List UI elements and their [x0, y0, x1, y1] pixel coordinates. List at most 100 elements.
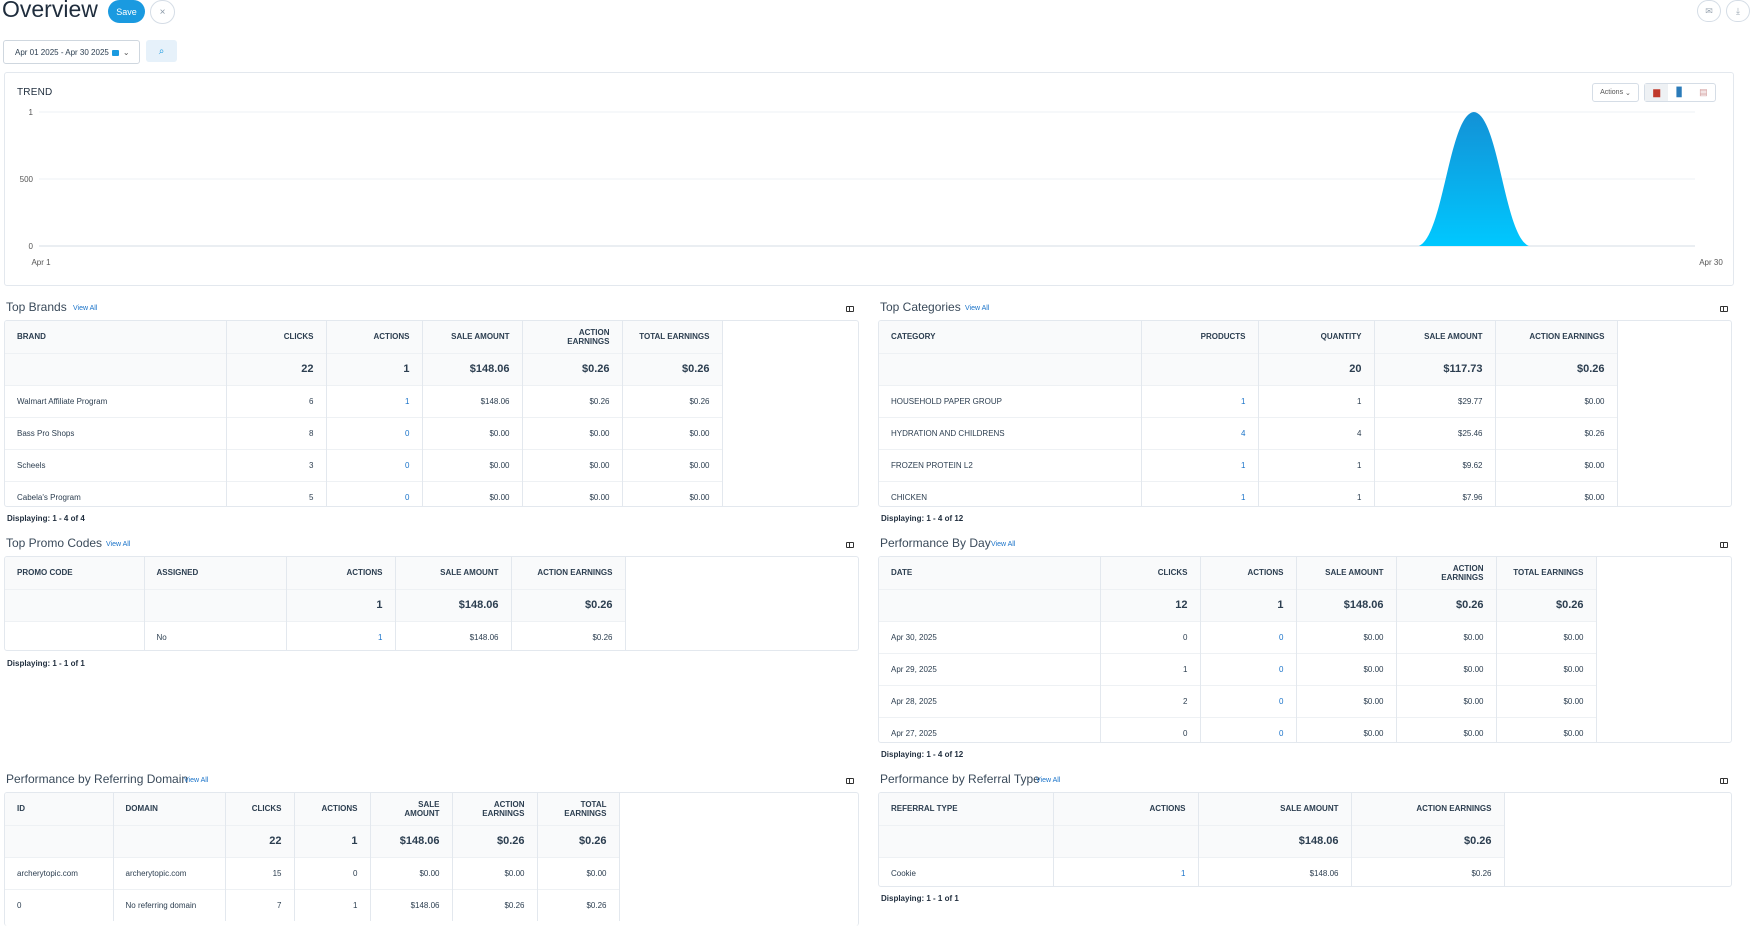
column-header[interactable]: SALE AMOUNT: [1296, 557, 1397, 589]
column-header[interactable]: ACTION EARNINGS: [1396, 557, 1497, 589]
column-header[interactable]: ASSIGNED: [144, 557, 287, 589]
search-button[interactable]: ⌕: [146, 40, 177, 62]
column-header[interactable]: SALE AMOUNT: [1374, 321, 1496, 353]
column-header[interactable]: REFERRAL TYPE: [879, 793, 1054, 825]
totals-row: 12 1 $148.06 $0.26 $0.26: [879, 588, 1597, 621]
trend-chart: 1 500 0 Apr 1 Apr 30: [20, 108, 1724, 267]
top-categories-view-all-link[interactable]: View All: [965, 305, 989, 312]
table-cell: $0.00: [622, 480, 723, 506]
cell-link[interactable]: 0: [1200, 620, 1297, 653]
column-header[interactable]: ACTIONS: [1200, 557, 1297, 589]
cell-link[interactable]: 4: [1141, 416, 1259, 449]
perf-day-view-all-link[interactable]: View All: [991, 541, 1015, 548]
column-header[interactable]: QUANTITY: [1258, 321, 1375, 353]
column-header[interactable]: ACTION EARNINGS: [1495, 321, 1618, 353]
mail-icon[interactable]: ✉: [1697, 0, 1721, 22]
total-cell: $0.26: [1496, 588, 1597, 621]
table-cell: HOUSEHOLD PAPER GROUP: [879, 384, 1142, 417]
table-cell: 8: [226, 416, 327, 449]
table-cell: $0.00: [622, 416, 723, 449]
table-toggle-icon[interactable]: [846, 778, 854, 784]
table-cell: $148.06: [1198, 856, 1352, 886]
total-cell: $0.26: [522, 352, 623, 385]
table-cell: 5: [226, 480, 327, 506]
table-toggle-icon[interactable]: [1720, 306, 1728, 312]
table-toggle-icon[interactable]: [846, 306, 854, 312]
column-header[interactable]: ACTION EARNINGS: [522, 321, 623, 353]
top-promo-view-all-link[interactable]: View All: [106, 541, 130, 548]
table-row: Walmart Affiliate Program 6 1 $148.06 $0.26 $…: [5, 384, 723, 417]
column-header[interactable]: CLICKS: [226, 321, 327, 353]
save-button[interactable]: Save: [108, 0, 145, 23]
column-header[interactable]: ACTION EARNINGS: [511, 557, 626, 589]
column-header[interactable]: SALE AMOUNT: [422, 321, 523, 353]
table-toggle-icon[interactable]: [1720, 542, 1728, 548]
top-brands-view-all-link[interactable]: View All: [73, 305, 97, 312]
column-header[interactable]: ACTIONS: [294, 793, 371, 825]
cell-link[interactable]: 0: [326, 416, 423, 449]
column-header[interactable]: SALE AMOUNT: [1198, 793, 1352, 825]
column-header[interactable]: SALE AMOUNT: [395, 557, 512, 589]
column-header[interactable]: ACTION EARNINGS: [452, 793, 538, 825]
table-cell: 1: [1258, 448, 1375, 481]
total-cell: 1: [1200, 588, 1297, 621]
table-cell: 2: [1100, 684, 1201, 717]
column-header[interactable]: CATEGORY: [879, 321, 1142, 353]
date-range-picker[interactable]: Apr 01 2025 - Apr 30 2025 ⌄: [3, 40, 140, 64]
cell-link[interactable]: 1: [1141, 384, 1259, 417]
column-header[interactable]: TOTAL EARNINGS: [537, 793, 620, 825]
table-row: Apr 30, 2025 0 0 $0.00 $0.00 $0.00: [879, 620, 1597, 653]
total-cell: [5, 588, 145, 621]
column-header[interactable]: ACTIONS: [286, 557, 396, 589]
table-cell: $0.00: [1296, 716, 1397, 742]
table-cell: 0: [1100, 716, 1201, 742]
table-row: HOUSEHOLD PAPER GROUP 1 1 $29.77 $0.00: [879, 384, 1618, 417]
table-cell: 0: [294, 856, 371, 889]
table-cell: $0.26: [1495, 416, 1618, 449]
table-cell: [5, 620, 145, 650]
table-row: Cabela's Program 5 0 $0.00 $0.00 $0.00: [5, 480, 723, 506]
table-cell: $0.00: [522, 480, 623, 506]
column-header[interactable]: ACTIONS: [1053, 793, 1199, 825]
perf-ref-title: Performance by Referral Type: [880, 772, 1040, 786]
cell-link[interactable]: 1: [286, 620, 396, 650]
cell-link[interactable]: 0: [1200, 652, 1297, 685]
column-header[interactable]: DOMAIN: [113, 793, 226, 825]
column-header[interactable]: BRAND: [5, 321, 227, 353]
column-header[interactable]: CLICKS: [225, 793, 295, 825]
close-button[interactable]: ×: [150, 0, 175, 24]
table-toggle-icon[interactable]: [1720, 778, 1728, 784]
table-row: Cookie 1 $148.06 $0.26: [879, 856, 1505, 886]
column-header[interactable]: PRODUCTS: [1141, 321, 1259, 353]
column-header[interactable]: TOTAL EARNINGS: [1496, 557, 1597, 589]
column-header[interactable]: PROMO CODE: [5, 557, 145, 589]
column-header[interactable]: TOTAL EARNINGS: [622, 321, 723, 353]
table-row: Apr 29, 2025 1 0 $0.00 $0.00 $0.00: [879, 652, 1597, 685]
total-cell: 1: [286, 588, 396, 621]
cell-link[interactable]: 1: [326, 384, 423, 417]
perf-domain-view-all-link[interactable]: View All: [184, 777, 208, 784]
column-header[interactable]: ID: [5, 793, 114, 825]
cell-link[interactable]: 0: [1200, 716, 1297, 742]
table-cell: 1: [1258, 384, 1375, 417]
cell-link[interactable]: 1: [1141, 480, 1259, 506]
search-icon: ⌕: [158, 45, 165, 57]
column-header[interactable]: SALE AMOUNT: [370, 793, 453, 825]
download-icon[interactable]: ⤓: [1726, 0, 1750, 22]
table-row: FROZEN PROTEIN L2 1 1 $9.62 $0.00: [879, 448, 1618, 481]
column-header[interactable]: ACTION EARNINGS: [1351, 793, 1505, 825]
column-header[interactable]: ACTIONS: [326, 321, 423, 353]
cell-link[interactable]: 1: [1141, 448, 1259, 481]
cell-link[interactable]: 0: [326, 448, 423, 481]
column-header[interactable]: CLICKS: [1100, 557, 1201, 589]
total-cell: $148.06: [1198, 824, 1352, 857]
perf-ref-view-all-link[interactable]: View All: [1036, 777, 1060, 784]
page-header: Overview Save × ✉ ⤓: [0, 0, 1750, 30]
cell-link[interactable]: 1: [1053, 856, 1199, 886]
cell-link[interactable]: 0: [1200, 684, 1297, 717]
cell-link[interactable]: 0: [326, 480, 423, 506]
column-header[interactable]: DATE: [879, 557, 1101, 589]
table-toggle-icon[interactable]: [846, 542, 854, 548]
table-cell: No: [144, 620, 287, 650]
table-cell: $0.00: [1396, 684, 1497, 717]
